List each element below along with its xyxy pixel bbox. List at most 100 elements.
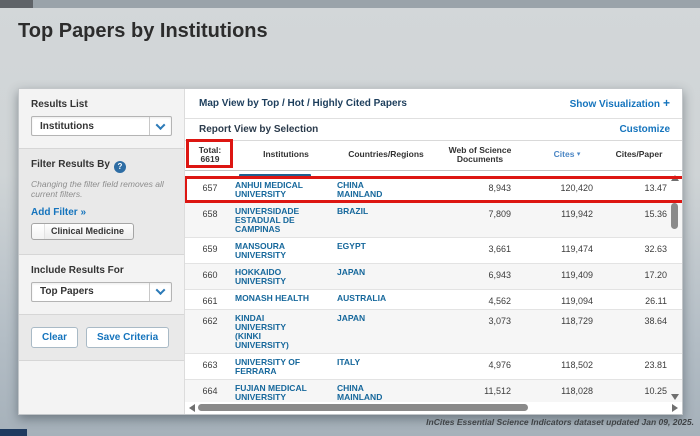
table-row[interactable]: 658 UNIVERSIDADE ESTADUAL DE CAMPINAS BR…	[185, 203, 682, 238]
country-name: CHINA MAINLAND	[337, 181, 399, 199]
row-rank: 662	[185, 314, 235, 350]
country-link[interactable]: CHINA MAINLAND	[337, 181, 435, 199]
scroll-left-icon[interactable]	[189, 404, 195, 412]
cites-value: 120,420	[525, 181, 609, 199]
country-link[interactable]: ITALY	[337, 358, 435, 376]
column-header-institutions[interactable]: Institutions	[235, 150, 337, 160]
content-panel: Results List Institutions Filter Results…	[18, 88, 683, 415]
institution-link[interactable]: MONASH HEALTH	[235, 294, 337, 306]
country-link[interactable]: CHINA MAINLAND	[337, 384, 435, 402]
customize-link[interactable]: Customize	[619, 124, 670, 135]
horizontal-scrollbar	[185, 402, 682, 414]
institution-name: FUJIAN MEDICAL UNIVERSITY	[235, 384, 311, 402]
cites-per-paper-value: 38.64	[609, 314, 669, 350]
filter-note: Changing the filter field removes all cu…	[31, 179, 172, 200]
cites-value: 119,094	[525, 294, 609, 306]
cites-value: 119,409	[525, 268, 609, 286]
institution-name: UNIVERSITY OF FERRARA	[235, 358, 311, 376]
cites-value: 119,474	[525, 242, 609, 260]
country-name: JAPAN	[337, 268, 399, 277]
column-header-countries[interactable]: Countries/Regions	[337, 150, 435, 160]
country-name: BRAZIL	[337, 207, 399, 216]
filter-section: Filter Results By? Changing the filter f…	[19, 148, 184, 255]
docs-value: 6,943	[435, 268, 525, 286]
table-row[interactable]: 660 HOKKAIDO UNIVERSITY JAPAN 6,943 119,…	[185, 264, 682, 290]
report-view-title: Report View by Selection	[199, 124, 318, 135]
country-link[interactable]: EGYPT	[337, 242, 435, 260]
column-header-cites[interactable]: Cites ▾	[525, 150, 609, 160]
cites-per-paper-value: 26.11	[609, 294, 669, 306]
institution-link[interactable]: UNIVERSIDADE ESTADUAL DE CAMPINAS	[235, 207, 337, 234]
institution-name: UNIVERSIDADE ESTADUAL DE CAMPINAS	[235, 207, 311, 234]
row-rank: 657	[185, 181, 235, 199]
vertical-scrollbar-thumb[interactable]	[671, 203, 678, 229]
country-link[interactable]: AUSTRALIA	[337, 294, 435, 306]
active-filter-label: Clinical Medicine	[51, 226, 124, 236]
institution-link[interactable]: HOKKAIDO UNIVERSITY	[235, 268, 337, 286]
column-header-cites-per-paper[interactable]: Cites/Paper	[609, 150, 669, 160]
country-link[interactable]: BRAZIL	[337, 207, 435, 234]
cites-per-paper-value: 10.25	[609, 384, 669, 402]
institution-link[interactable]: UNIVERSITY OF FERRARA	[235, 358, 337, 376]
show-visualization-link[interactable]: Show Visualization+	[570, 96, 670, 110]
results-list-dropdown[interactable]: Institutions	[31, 116, 172, 136]
total-count-cell: Total: 6619	[185, 146, 235, 165]
institution-link[interactable]: FUJIAN MEDICAL UNIVERSITY	[235, 384, 337, 402]
country-name: JAPAN	[337, 314, 399, 323]
actions-section: Clear Save Criteria	[19, 314, 184, 361]
cites-per-paper-value: 23.81	[609, 358, 669, 376]
results-list-section: Results List Institutions	[19, 89, 184, 148]
row-rank: 658	[185, 207, 235, 234]
clear-button[interactable]: Clear	[31, 327, 78, 348]
docs-value: 4,562	[435, 294, 525, 306]
column-header-documents-label: Web of Science Documents	[444, 146, 516, 165]
cites-value: 118,729	[525, 314, 609, 350]
total-value: 6619	[185, 155, 235, 165]
save-criteria-button[interactable]: Save Criteria	[86, 327, 169, 348]
active-filter-chip[interactable]: Clinical Medicine	[31, 223, 134, 240]
help-icon[interactable]: ?	[114, 161, 126, 173]
table-row[interactable]: 664 FUJIAN MEDICAL UNIVERSITY CHINA MAIN…	[185, 380, 682, 403]
docs-value: 7,809	[435, 207, 525, 234]
vertical-scrollbar	[668, 171, 682, 403]
country-name: EGYPT	[337, 242, 399, 251]
results-list-selected: Institutions	[32, 121, 149, 132]
row-rank: 659	[185, 242, 235, 260]
dataset-update-note: InCites Essential Science Indicators dat…	[426, 417, 694, 427]
page: Top Papers by Institutions Results List …	[0, 0, 700, 436]
institution-link[interactable]: MANSOURA UNIVERSITY	[235, 242, 337, 260]
institution-name: KINDAI UNIVERSITY (KINKI UNIVERSITY)	[235, 314, 311, 350]
column-header-documents[interactable]: Web of Science Documents	[435, 146, 525, 165]
docs-value: 3,661	[435, 242, 525, 260]
cites-per-paper-value: 15.36	[609, 207, 669, 234]
table-row[interactable]: 663 UNIVERSITY OF FERRARA ITALY 4,976 11…	[185, 354, 682, 380]
country-link[interactable]: JAPAN	[337, 268, 435, 286]
sidebar: Results List Institutions Filter Results…	[19, 89, 185, 414]
add-filter-link[interactable]: Add Filter »	[31, 207, 172, 218]
table-row[interactable]: 659 MANSOURA UNIVERSITY EGYPT 3,661 119,…	[185, 238, 682, 264]
table-row[interactable]: 657 ANHUI MEDICAL UNIVERSITY CHINA MAINL…	[185, 177, 682, 203]
row-rank: 661	[185, 294, 235, 306]
docs-value: 11,512	[435, 384, 525, 402]
table-row[interactable]: 661 MONASH HEALTH AUSTRALIA 4,562 119,09…	[185, 290, 682, 310]
top-strip-corner-fragment	[0, 0, 33, 8]
institution-name: HOKKAIDO UNIVERSITY	[235, 268, 311, 286]
scroll-right-icon[interactable]	[672, 404, 678, 412]
scroll-down-icon[interactable]	[671, 394, 679, 400]
table-body: 657 ANHUI MEDICAL UNIVERSITY CHINA MAINL…	[185, 171, 682, 403]
institution-link[interactable]: ANHUI MEDICAL UNIVERSITY	[235, 181, 337, 199]
table-row[interactable]: 662 KINDAI UNIVERSITY (KINKI UNIVERSITY)…	[185, 310, 682, 354]
cites-per-paper-value: 32.63	[609, 242, 669, 260]
filter-chip-handle	[32, 224, 45, 239]
table-header: Total: 6619 Institutions Countries/Regio…	[185, 141, 682, 171]
scroll-up-icon[interactable]	[671, 175, 679, 181]
cites-value: 119,942	[525, 207, 609, 234]
docs-value: 8,943	[435, 181, 525, 199]
country-link[interactable]: JAPAN	[337, 314, 435, 350]
institution-name: MANSOURA UNIVERSITY	[235, 242, 311, 260]
horizontal-scrollbar-thumb[interactable]	[198, 404, 528, 411]
cites-value: 118,502	[525, 358, 609, 376]
institution-link[interactable]: KINDAI UNIVERSITY (KINKI UNIVERSITY)	[235, 314, 337, 350]
row-rank: 663	[185, 358, 235, 376]
include-results-dropdown[interactable]: Top Papers	[31, 282, 172, 302]
